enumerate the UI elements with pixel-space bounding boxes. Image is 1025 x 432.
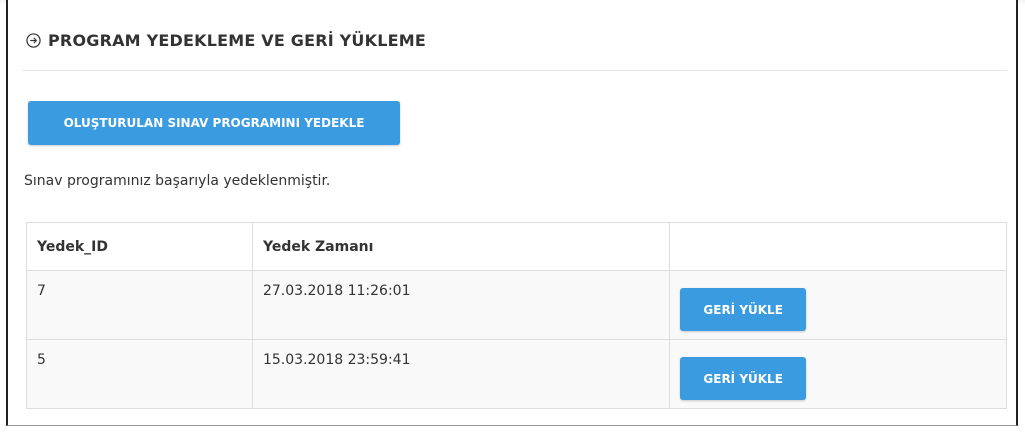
backup-time-cell: 27.03.2018 11:26:01 <box>251 270 671 340</box>
backup-panel: PROGRAM YEDEKLEME VE GERİ YÜKLEME OLUŞTU… <box>6 0 1018 426</box>
restore-button[interactable]: GERİ YÜKLE <box>680 357 807 400</box>
table-row: 5 15.03.2018 23:59:41 GERİ YÜKLE <box>26 339 1007 409</box>
column-header-actions <box>669 222 1007 271</box>
action-cell: GERİ YÜKLE <box>669 270 1007 340</box>
table-row: 7 27.03.2018 11:26:01 GERİ YÜKLE <box>26 270 1007 340</box>
status-message: Sınav programınız başarıyla yedeklenmişt… <box>24 173 331 189</box>
backup-id-cell: 7 <box>26 270 253 340</box>
column-header-backup-time: Yedek Zamanı <box>251 222 671 271</box>
arrow-right-circle-icon <box>26 32 41 48</box>
backup-program-button[interactable]: OLUŞTURULAN SINAV PROGRAMINI YEDEKLE <box>28 101 400 145</box>
backup-time-cell: 15.03.2018 23:59:41 <box>251 339 671 409</box>
panel-header: PROGRAM YEDEKLEME VE GERİ YÜKLEME <box>26 25 426 55</box>
table-header-row: Yedek_ID Yedek Zamanı <box>26 222 1007 271</box>
action-cell: GERİ YÜKLE <box>669 339 1007 409</box>
backup-id-cell: 5 <box>26 339 253 409</box>
column-header-backup-id: Yedek_ID <box>26 222 253 271</box>
page-title: PROGRAM YEDEKLEME VE GERİ YÜKLEME <box>48 30 426 50</box>
restore-button[interactable]: GERİ YÜKLE <box>680 288 807 331</box>
header-divider <box>22 70 1007 71</box>
backup-table: Yedek_ID Yedek Zamanı 7 27.03.2018 11:26… <box>26 222 1007 409</box>
